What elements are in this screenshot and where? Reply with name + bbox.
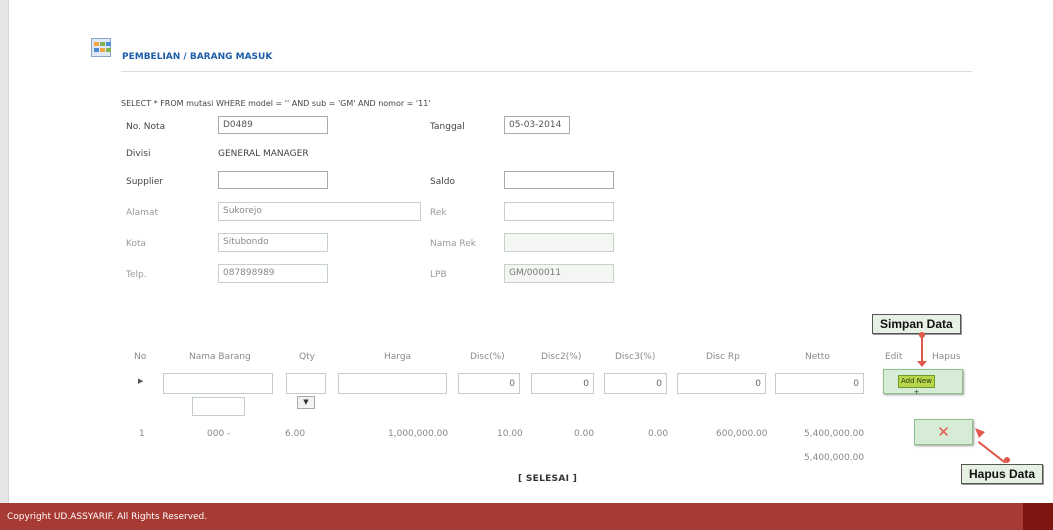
kota-input[interactable]: Situbondo bbox=[218, 233, 328, 252]
kode-barang-entry[interactable] bbox=[192, 397, 245, 416]
supplier-label: Supplier bbox=[126, 177, 164, 187]
saldo-input[interactable] bbox=[504, 171, 614, 189]
footer-bar: Copyright UD.ASSYARIF. All Rights Reserv… bbox=[0, 503, 1053, 530]
column-header-hapus: Hapus bbox=[932, 352, 961, 362]
rek-input[interactable] bbox=[504, 202, 614, 221]
row-disc1: 10.00 bbox=[497, 429, 523, 439]
lpb-label: LPB bbox=[430, 270, 447, 280]
netto-total: 5,400,000.00 bbox=[804, 453, 865, 463]
column-header-nama-barang: Nama Barang bbox=[189, 352, 251, 362]
saldo-label: Saldo bbox=[430, 177, 455, 187]
qty-entry[interactable] bbox=[286, 373, 326, 394]
row-disc3: 0.00 bbox=[648, 429, 669, 439]
telp-input[interactable]: 087898989 bbox=[218, 264, 328, 283]
disc-rp-entry[interactable]: 0 bbox=[677, 373, 766, 394]
row-no: 1 bbox=[139, 429, 145, 439]
hapus-data-callout: Hapus Data bbox=[961, 464, 1044, 484]
supplier-input[interactable] bbox=[218, 171, 328, 189]
selesai-link[interactable]: [ SELESAI ] bbox=[518, 474, 577, 484]
row-harga: 1,000,000.00 bbox=[388, 429, 449, 439]
lpb-input[interactable]: GM/000011 bbox=[504, 264, 614, 283]
tanggal-label: Tanggal bbox=[430, 122, 465, 132]
nama-rek-label: Nama Rek bbox=[430, 239, 476, 249]
harga-entry[interactable] bbox=[338, 373, 447, 394]
hapus-callout-dot bbox=[1004, 457, 1010, 463]
disc2-entry[interactable]: 0 bbox=[531, 373, 594, 394]
add-new-panel: Add New + bbox=[883, 369, 963, 396]
column-header-no: No bbox=[134, 352, 147, 362]
title-divider bbox=[121, 71, 972, 72]
tanggal-input[interactable]: 05-03-2014 bbox=[504, 116, 570, 134]
row-disc2: 0.00 bbox=[574, 429, 595, 439]
disc1-entry[interactable]: 0 bbox=[458, 373, 520, 394]
copyright-text: Copyright UD.ASSYARIF. All Rights Reserv… bbox=[7, 512, 208, 522]
sql-query-text: SELECT * FROM mutasi WHERE model = '' AN… bbox=[121, 99, 431, 108]
row-pointer-icon: ▶ bbox=[138, 377, 144, 385]
divisi-value: GENERAL MANAGER bbox=[218, 149, 309, 159]
alamat-input[interactable]: Sukorejo bbox=[218, 202, 421, 221]
no-nota-label: No. Nota bbox=[126, 122, 166, 132]
add-new-button[interactable]: Add New + bbox=[898, 375, 935, 396]
rek-label: Rek bbox=[430, 208, 447, 218]
telp-label: Telp. bbox=[126, 270, 147, 280]
column-header-disc2: Disc2(%) bbox=[541, 352, 582, 362]
page-title: PEMBELIAN / BARANG MASUK bbox=[122, 52, 273, 62]
delete-row-button[interactable]: ✕ bbox=[914, 419, 973, 445]
column-header-disc-rp: Disc Rp bbox=[706, 352, 740, 362]
column-header-edit: Edit bbox=[885, 352, 903, 362]
nama-barang-entry[interactable] bbox=[163, 373, 273, 394]
column-header-disc1: Disc(%) bbox=[470, 352, 505, 362]
disc3-entry[interactable]: 0 bbox=[604, 373, 667, 394]
column-header-disc3: Disc3(%) bbox=[615, 352, 656, 362]
simpan-data-callout: Simpan Data bbox=[872, 314, 961, 334]
no-nota-input[interactable]: D0489 bbox=[218, 116, 328, 134]
row-netto: 5,400,000.00 bbox=[804, 429, 865, 439]
qty-dropdown-icon[interactable]: ▼ bbox=[297, 396, 315, 409]
column-header-qty: Qty bbox=[299, 352, 315, 362]
nama-rek-input[interactable] bbox=[504, 233, 614, 252]
footer-corner-block bbox=[1023, 503, 1053, 530]
netto-entry[interactable]: 0 bbox=[775, 373, 864, 394]
alamat-label: Alamat bbox=[126, 208, 158, 218]
divisi-label: Divisi bbox=[126, 149, 151, 159]
column-header-netto: Netto bbox=[805, 352, 830, 362]
row-qty: 6.00 bbox=[285, 429, 306, 439]
calendar-icon bbox=[91, 38, 111, 57]
row-disc-rp: 600,000.00 bbox=[716, 429, 768, 439]
left-sidebar-strip bbox=[0, 0, 8, 503]
kota-label: Kota bbox=[126, 239, 147, 249]
row-nama-barang: 000 - bbox=[207, 429, 231, 439]
column-header-harga: Harga bbox=[384, 352, 412, 362]
